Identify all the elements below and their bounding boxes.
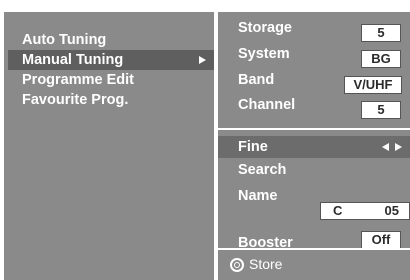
section-divider bbox=[218, 128, 410, 130]
menu-item-favourite-prog[interactable]: Favourite Prog. bbox=[8, 90, 214, 110]
store-label: Store bbox=[249, 256, 283, 272]
manual-tuning-panel: Storage 5 System BG Band V/UHF Channel 5… bbox=[218, 12, 410, 280]
menu-item-label: Manual Tuning bbox=[22, 52, 124, 68]
system-label: System bbox=[238, 46, 290, 62]
name-value-number: 05 bbox=[384, 203, 399, 218]
name-label: Name bbox=[238, 188, 278, 204]
name-value-prefix: C bbox=[333, 203, 343, 218]
channel-value[interactable]: 5 bbox=[361, 101, 401, 119]
submenu-arrow-icon bbox=[199, 56, 206, 64]
menu-item-label: Favourite Prog. bbox=[22, 92, 129, 108]
booster-value[interactable]: Off bbox=[361, 231, 401, 249]
band-label: Band bbox=[238, 72, 275, 88]
footer-divider bbox=[218, 248, 410, 250]
band-value[interactable]: V/UHF bbox=[344, 76, 402, 94]
name-value[interactable]: C 05 bbox=[320, 202, 410, 220]
menu-item-label: Auto Tuning bbox=[22, 32, 107, 48]
arrow-left-icon bbox=[382, 143, 389, 151]
menu-panel: Auto Tuning Manual Tuning Programme Edit… bbox=[4, 12, 214, 280]
storage-value[interactable]: 5 bbox=[361, 24, 401, 42]
tv-osd-screen: Auto Tuning Manual Tuning Programme Edit… bbox=[0, 0, 410, 280]
fine-label: Fine bbox=[238, 139, 268, 155]
channel-label: Channel bbox=[238, 97, 296, 113]
store-hint[interactable]: Store bbox=[230, 255, 282, 273]
search-label[interactable]: Search bbox=[238, 161, 286, 179]
fine-row[interactable]: Fine bbox=[218, 136, 410, 158]
storage-label: Storage bbox=[238, 20, 292, 36]
menu-item-label: Programme Edit bbox=[22, 72, 134, 88]
ok-button-icon bbox=[230, 258, 244, 272]
menu-item-manual-tuning[interactable]: Manual Tuning bbox=[8, 50, 214, 70]
arrow-right-icon bbox=[395, 143, 402, 151]
left-right-arrows-icon bbox=[382, 143, 402, 152]
menu-item-programme-edit[interactable]: Programme Edit bbox=[8, 70, 214, 90]
system-value[interactable]: BG bbox=[361, 50, 401, 68]
menu-item-auto-tuning[interactable]: Auto Tuning bbox=[8, 30, 214, 50]
